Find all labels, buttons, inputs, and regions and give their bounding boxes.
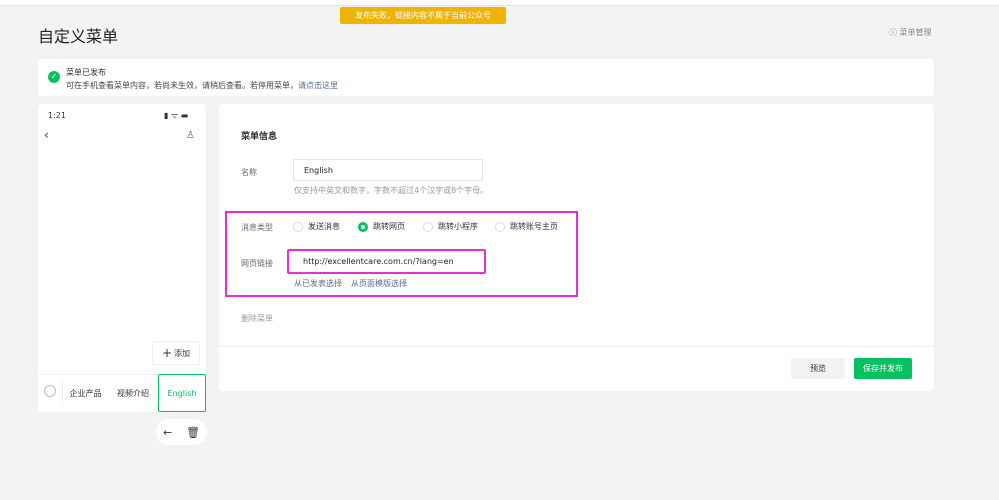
radio-account-home[interactable]: 跳转账号主页 [495, 221, 558, 232]
menu-manage-link[interactable]: ⓘ 菜单管理 [889, 27, 932, 38]
notice-link[interactable]: 请点击这里 [298, 81, 338, 90]
menu-item-toolbar: ← 🗑 [156, 419, 207, 445]
move-left-icon[interactable]: ← [163, 426, 172, 439]
url-label: 网页链接 [241, 259, 273, 268]
type-label: 消息类型 [241, 223, 273, 232]
radio-checked-icon [358, 221, 368, 232]
menu-item-selected[interactable]: English [158, 374, 206, 412]
pick-template-link[interactable]: 从页面模版选择 [351, 278, 407, 289]
pick-published-link[interactable]: 从已发表选择 [294, 278, 342, 289]
info-icon: ⓘ [889, 28, 900, 37]
radio-miniprogram[interactable]: 跳转小程序 [423, 221, 478, 232]
section-title: 菜单信息 [241, 132, 278, 142]
add-menu-button[interactable]: + 添加 [152, 341, 200, 365]
menu-item[interactable]: 企业产品 [63, 376, 108, 410]
url-input[interactable]: http://excellentcare.com.cn/?lang=en [287, 249, 486, 274]
user-icon[interactable]: ♙ [186, 130, 195, 141]
radio-icon [495, 221, 505, 232]
check-icon: ✓ [48, 71, 60, 83]
notice-text: 可在手机查看菜单内容，若尚未生效，请稍后查看。若停用菜单，请点击这里 [66, 80, 338, 91]
delete-menu-link[interactable]: 删除菜单 [241, 313, 273, 324]
error-toast: 发布失败，链接内容不属于当前公众号 [340, 7, 506, 24]
radio-icon [423, 221, 433, 232]
notice-body: 可在手机查看菜单内容，若尚未生效，请稍后查看。若停用菜单， [66, 81, 298, 90]
name-label: 名称 [241, 168, 257, 177]
name-input[interactable]: English [293, 159, 483, 181]
radio-label: 跳转账号主页 [510, 222, 558, 231]
back-icon[interactable]: ‹ [44, 128, 49, 142]
name-hint: 仅支持中英文和数字，字数不超过4个汉字或8个字母。 [294, 186, 489, 195]
add-label: 添加 [174, 348, 191, 358]
radio-label: 跳转网页 [373, 222, 405, 231]
notice-title: 菜单已发布 [66, 68, 106, 77]
plus-icon: + [161, 346, 173, 360]
phone-preview [38, 104, 206, 412]
browser-bookmarks-bar [0, 0, 999, 6]
radio-icon [293, 221, 303, 232]
phone-time: 1:21 [48, 111, 66, 120]
preview-button[interactable]: 预览 [791, 358, 845, 379]
keyboard-icon[interactable] [44, 385, 56, 397]
menu-item[interactable]: 视频介绍 [110, 376, 156, 410]
radio-label: 发送消息 [308, 222, 340, 231]
status-icons: ▮ ᯤ ▬ [164, 111, 189, 120]
menu-manage-label: 菜单管理 [899, 28, 932, 37]
trash-icon[interactable]: 🗑 [186, 426, 200, 439]
radio-label: 跳转小程序 [438, 222, 478, 231]
page-title: 自定义菜单 [38, 27, 119, 46]
radio-open-webpage[interactable]: 跳转网页 [358, 221, 405, 232]
save-publish-button[interactable]: 保存并发布 [854, 358, 912, 379]
radio-send-message[interactable]: 发送消息 [293, 221, 340, 232]
